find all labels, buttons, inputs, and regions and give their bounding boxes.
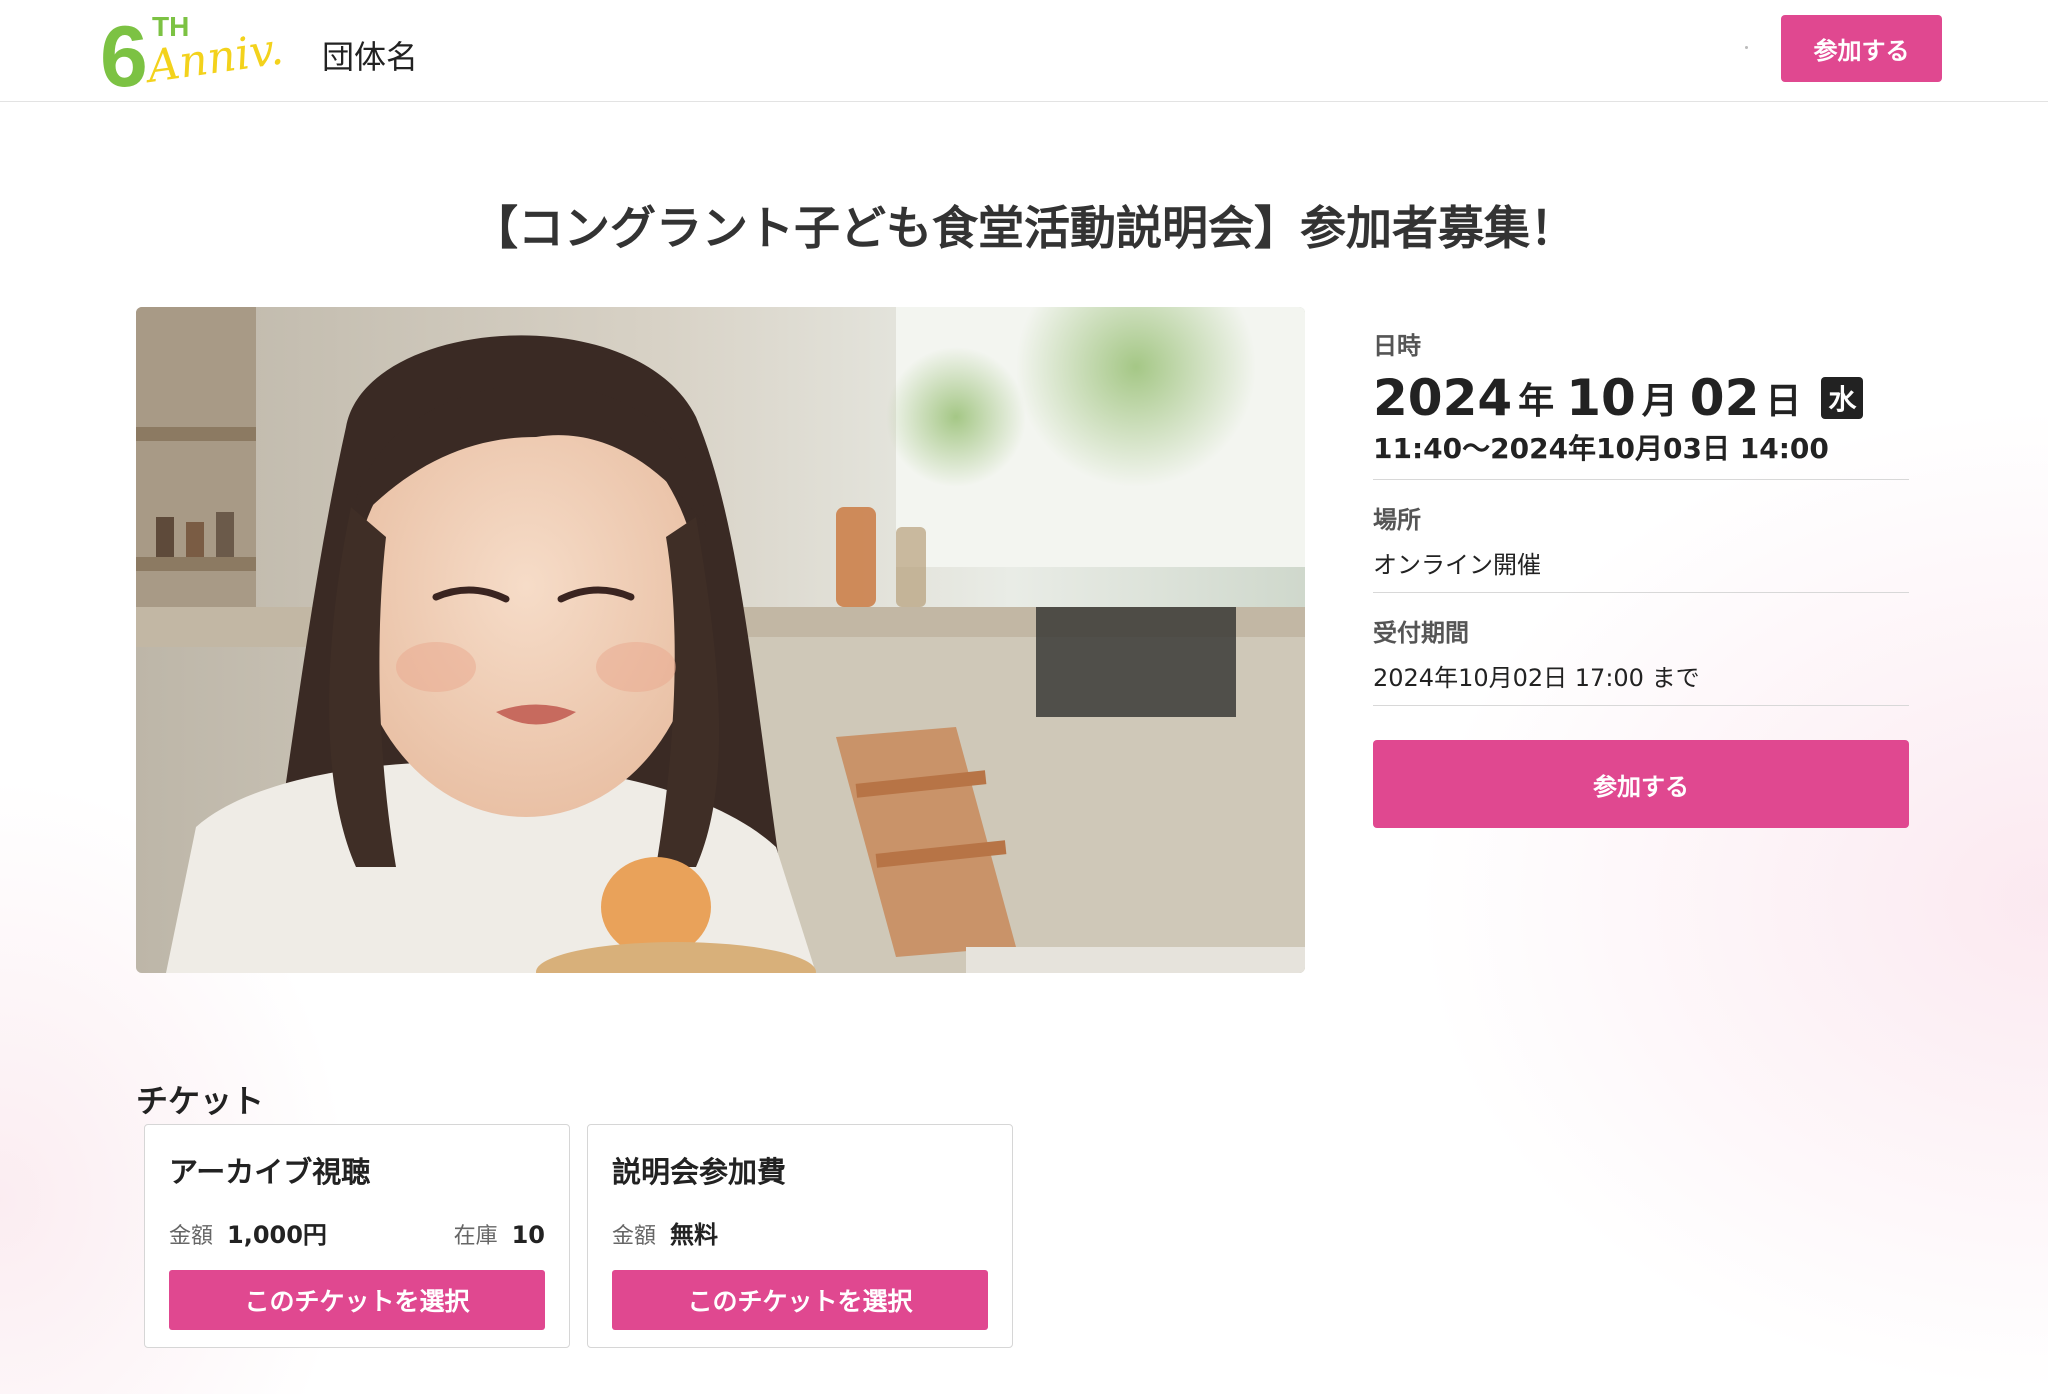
select-ticket-button[interactable]: このチケットを選択 [169,1270,545,1330]
place-value: オンライン開催 [1373,551,1541,579]
stock-value: 10 [511,1221,545,1249]
price-label: 金額 [612,1224,657,1249]
ticket-name: 説明会参加費 [612,1155,787,1189]
ticket-card: アーカイブ視聴 金額 1,000円 在庫 10 このチケットを選択 [144,1124,570,1348]
weekday-badge: 水 [1821,377,1864,419]
place-label: 場所 [1373,506,1421,534]
event-image [136,307,1305,973]
event-photo [136,307,1305,973]
divider [1373,705,1909,706]
select-ticket-button[interactable]: このチケットを選択 [612,1270,988,1330]
divider [1373,479,1909,480]
anniversary-logo[interactable]: 6 TH Anniv. [100,6,290,105]
organization-name[interactable]: 団体名 [322,32,418,78]
reception-value: 2024年10月02日 17:00 まで [1373,664,1700,692]
header-join-button[interactable]: 参加する [1781,15,1942,82]
date-month: 10 [1566,369,1636,427]
ticket-meta: 金額 1,000円 在庫 10 [169,1215,545,1250]
datetime-label: 日時 [1373,332,1421,360]
price-value: 無料 [670,1221,719,1249]
event-title: 【コングラント子ども食堂活動説明会】参加者募集！ [472,201,1576,255]
event-details: 日時 2024 年 10 月 02 日 水 11:40〜2024年10月03日 … [1373,326,1909,828]
join-button[interactable]: 参加する [1373,740,1909,828]
ticket-meta: 金額 無料 [612,1215,988,1250]
ticket-card: 説明会参加費 金額 無料 このチケットを選択 [587,1124,1013,1348]
time-range: 11:40〜2024年10月03日 14:00 [1373,432,1829,465]
ticket-name: アーカイブ視聴 [169,1155,371,1189]
date-day-unit: 日 [1765,381,1802,422]
site-header: 6 TH Anniv. 団体名 参加する [0,0,2048,105]
date-day: 02 [1689,369,1760,427]
event-date: 2024 年 10 月 02 日 水 [1373,369,1909,427]
tickets-heading: チケット [136,1082,265,1120]
date-year: 2024 [1373,369,1513,427]
price-value: 1,000円 [227,1221,327,1249]
price-label: 金額 [169,1224,214,1249]
stock-label: 在庫 [453,1224,498,1249]
date-month-unit: 月 [1641,381,1678,422]
logo-number: 6 [100,9,148,94]
date-year-unit: 年 [1518,381,1555,422]
divider [1373,592,1909,593]
header-dot [1745,46,1748,49]
stock: 在庫 10 [454,1218,545,1250]
reception-label: 受付期間 [1373,619,1469,647]
